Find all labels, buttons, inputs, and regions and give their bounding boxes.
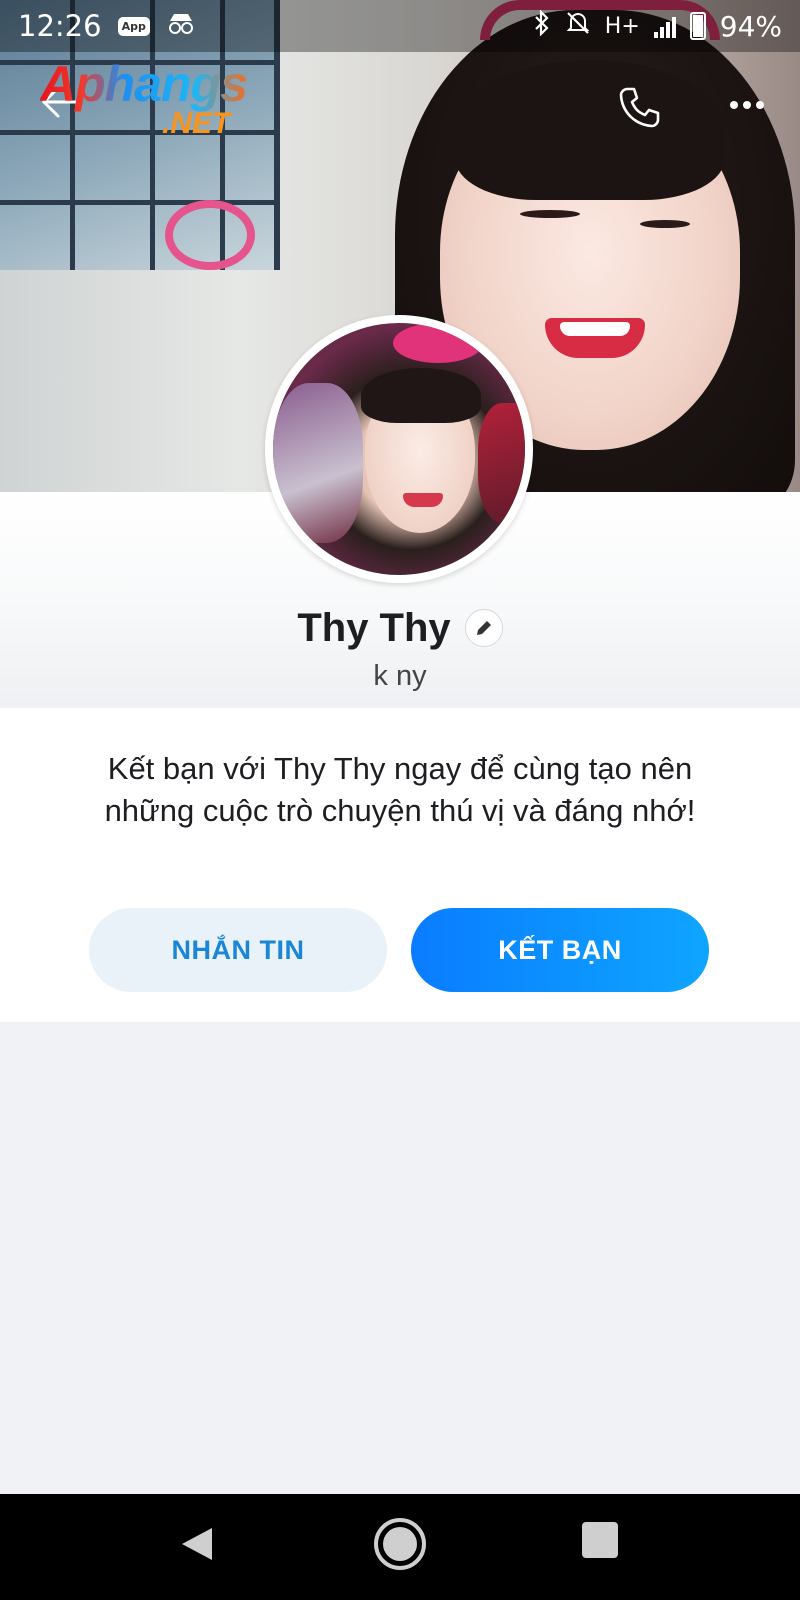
avatar-background-right — [478, 403, 525, 523]
network-type: H+ — [604, 13, 640, 39]
circle-home-icon[interactable] — [374, 1518, 426, 1570]
friend-prompt-card: Kết bạn với Thy Thy ngay để cùng tạo nên… — [0, 708, 800, 1022]
edit-nickname-button[interactable] — [464, 609, 503, 647]
more-options-button[interactable] — [722, 90, 772, 120]
status-time: 12:26 — [18, 9, 102, 43]
message-button[interactable]: NHẮN TIN — [89, 908, 387, 992]
signal-icon — [653, 14, 676, 38]
phone-icon — [619, 87, 660, 128]
add-friend-button[interactable]: KẾT BẠN — [411, 908, 709, 992]
profile-name-row: Thy Thy — [0, 600, 800, 656]
avatar-headband — [393, 323, 483, 363]
profile-subtitle: k ny — [373, 660, 427, 692]
bell-off-icon — [565, 10, 591, 42]
square-recents-icon[interactable] — [582, 1522, 618, 1558]
more-dot — [743, 101, 751, 109]
battery-icon — [689, 12, 706, 40]
profile-name: Thy Thy — [297, 605, 451, 650]
profile-avatar[interactable] — [265, 315, 533, 583]
cover-eye-left — [520, 210, 580, 218]
status-bar: 12:26 App H+ 94% — [0, 0, 800, 52]
friend-prompt-text: Kết bạn với Thy Thy ngay để cùng tạo nên… — [104, 751, 696, 828]
cover-bangs — [455, 60, 725, 200]
cover-pink-object — [165, 200, 255, 270]
avatar-lips — [403, 493, 443, 507]
more-dot — [756, 101, 764, 109]
avatar-bangs — [361, 368, 481, 423]
bluetooth-icon — [533, 9, 551, 42]
watermark-suffix: .NET — [162, 107, 231, 140]
avatar-background-left — [273, 383, 363, 543]
pencil-icon — [476, 621, 491, 635]
battery-level: 94% — [719, 9, 782, 43]
incognito-icon — [166, 11, 196, 41]
call-button[interactable] — [614, 82, 664, 132]
watermark-main: Aphangs — [40, 56, 248, 112]
more-dot — [730, 101, 738, 109]
app-notification-icon: App — [117, 16, 150, 36]
cover-eye-right — [640, 220, 690, 228]
watermark-logo: Aphangs .NET — [40, 55, 290, 145]
system-nav-bar — [0, 1494, 800, 1600]
triangle-back-icon[interactable] — [178, 1524, 218, 1564]
cover-teeth — [560, 322, 630, 336]
